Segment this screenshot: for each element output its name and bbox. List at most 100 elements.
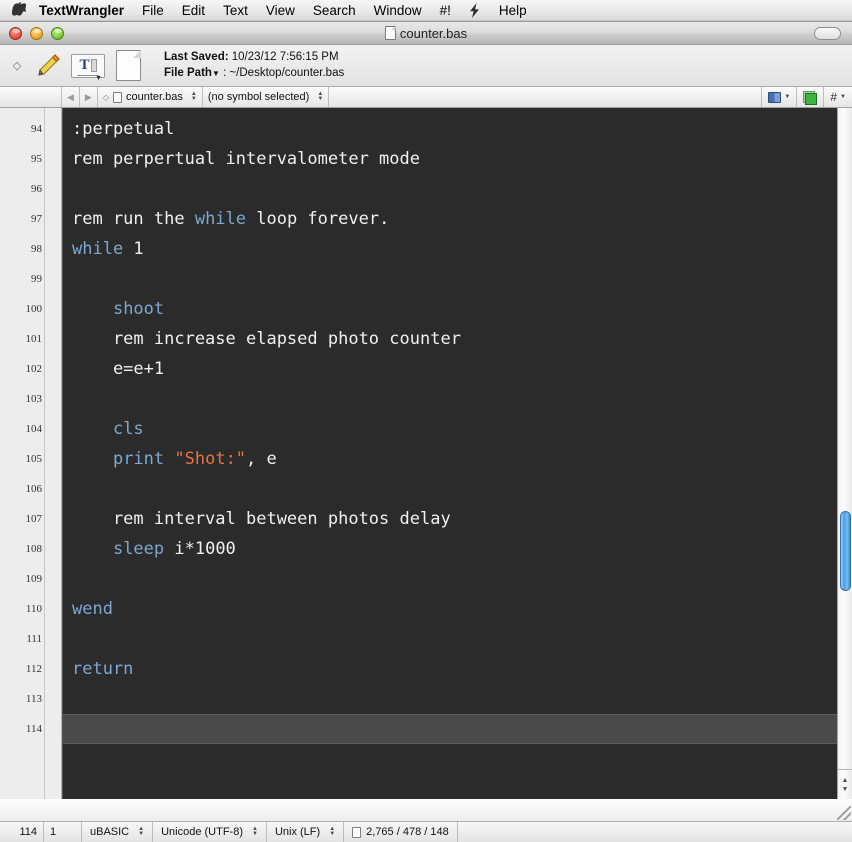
toolbar-toggle-button[interactable]	[814, 26, 841, 40]
chevron-down-icon: ▼	[840, 94, 846, 100]
page-icon[interactable]	[108, 47, 148, 85]
code-token-kw: cls	[112, 419, 144, 439]
document-navigation-bar: ◀ ▶ ◇ counter.bas ▲ ▼ (no symbol selected…	[0, 87, 852, 108]
code-line[interactable]: while 1	[63, 234, 852, 264]
code-line[interactable]: sleep i*1000	[63, 534, 852, 564]
code-line[interactable]: rem perpertual intervalometer mode	[63, 144, 852, 174]
zoom-button[interactable]	[51, 26, 64, 40]
menu-textwrangler[interactable]: TextWrangler	[35, 0, 133, 22]
code-line[interactable]	[63, 684, 852, 714]
window-controls	[0, 26, 64, 40]
diamond-icon[interactable]: ◇	[6, 59, 28, 72]
code-line[interactable]: rem increase elapsed photo counter	[63, 324, 852, 354]
menu-text[interactable]: Text	[214, 0, 257, 22]
code-line[interactable]	[63, 384, 852, 414]
vertical-scrollbar[interactable]: ▲ ▼	[837, 108, 852, 799]
close-button[interactable]	[9, 26, 22, 40]
document-toolbar: ◇ T ▼ Last Saved: 10/23/12 7:56:15 PM Fi…	[0, 45, 852, 87]
menu-shebang[interactable]: #!	[431, 0, 460, 22]
menu-file[interactable]: File	[133, 0, 173, 22]
line-number: 102	[25, 363, 43, 375]
code-token-txt: e=e+1	[72, 359, 165, 379]
line-number: 111	[26, 633, 42, 645]
line-number: 113	[25, 693, 42, 705]
stepper-icon: ▲ ▼	[329, 826, 336, 837]
minimize-button[interactable]	[30, 26, 43, 40]
line-number: 108	[25, 543, 43, 555]
line-number: 110	[25, 603, 42, 615]
scroll-up-arrow[interactable]: ▲	[842, 777, 849, 784]
book-button[interactable]: ▼	[761, 87, 796, 107]
code-line[interactable]: rem run the while loop forever.	[63, 204, 852, 234]
nav-forward-button[interactable]: ▶	[80, 87, 98, 107]
menu-edit[interactable]: Edit	[173, 0, 214, 22]
status-line-endings-label: Unix (LF)	[274, 826, 321, 838]
menu-search[interactable]: Search	[304, 0, 365, 22]
code-line[interactable]: print "Shot:", e	[63, 444, 852, 474]
code-line-current[interactable]	[63, 714, 852, 744]
status-filler	[458, 822, 852, 842]
code-line[interactable]	[63, 624, 852, 654]
code-token-txt: 1	[123, 239, 144, 259]
chevron-down-icon[interactable]: ▼	[212, 69, 220, 78]
scrollbar-track[interactable]	[838, 108, 852, 769]
scrollbar-thumb[interactable]	[839, 511, 851, 591]
editor-area: 94 95 96 97 98 99 100 101 102 103 104 105 106 107 108 1…	[0, 108, 852, 799]
code-line[interactable]: shoot	[63, 294, 852, 324]
window-split-button[interactable]	[796, 87, 823, 107]
stepper-icon: ▲ ▼	[317, 91, 324, 102]
code-token-txt: i*1000	[164, 539, 236, 559]
chevron-down-icon[interactable]: ▼	[95, 75, 102, 82]
line-number: 103	[25, 393, 43, 405]
window-title: counter.bas	[399, 25, 468, 41]
menu-help[interactable]: Help	[490, 0, 536, 22]
menu-view[interactable]: View	[257, 0, 304, 22]
file-path-value: ~/Desktop/counter.bas	[229, 67, 345, 79]
status-encoding-popup[interactable]: Unicode (UTF-8) ▲ ▼	[153, 822, 267, 842]
status-line-endings-popup[interactable]: Unix (LF) ▲ ▼	[267, 822, 345, 842]
pencil-icon[interactable]	[28, 47, 68, 85]
status-column-number: 1	[44, 822, 82, 842]
last-saved-label: Last Saved:	[164, 51, 229, 63]
status-language-popup[interactable]: uBASIC ▲ ▼	[82, 822, 154, 842]
text-options-icon[interactable]: T ▼	[68, 47, 108, 85]
status-language-label: uBASIC	[90, 826, 130, 838]
code-text-view[interactable]: :perpetual rem perpertual intervalometer …	[62, 108, 852, 799]
line-number: 105	[25, 453, 43, 465]
line-number: 109	[25, 573, 43, 585]
code-line[interactable]	[63, 564, 852, 594]
stepper-icon: ▲ ▼	[190, 91, 197, 102]
code-line[interactable]: e=e+1	[63, 354, 852, 384]
code-line[interactable]	[63, 264, 852, 294]
line-number: 107	[25, 513, 43, 525]
code-line[interactable]	[63, 174, 852, 204]
code-token-txt: loop forever.	[246, 209, 390, 229]
back-arrow-icon: ◀	[67, 91, 74, 102]
scroll-down-arrow[interactable]: ▼	[842, 786, 849, 793]
nav-back-button[interactable]: ◀	[62, 87, 80, 107]
apple-logo-icon[interactable]	[10, 1, 27, 21]
script-lightning-icon[interactable]	[460, 3, 490, 18]
file-popup-menu[interactable]: ◇ counter.bas ▲ ▼	[98, 87, 203, 107]
menu-window[interactable]: Window	[365, 0, 431, 22]
code-line[interactable]	[63, 474, 852, 504]
code-token-txt: rem perpertual intervalometer mode	[72, 149, 420, 169]
code-line[interactable]: :perpetual	[63, 114, 852, 144]
hash-button[interactable]: # ▼	[823, 87, 852, 107]
scrollbar-arrows[interactable]: ▲ ▼	[838, 769, 852, 799]
file-popup-label: counter.bas	[126, 91, 183, 103]
code-line[interactable]: return	[63, 654, 852, 684]
code-line[interactable]: wend	[63, 594, 852, 624]
window-titlebar[interactable]: counter.bas	[0, 22, 852, 45]
line-number: 104	[25, 423, 43, 435]
symbol-popup-menu[interactable]: (no symbol selected) ▲ ▼	[203, 87, 330, 107]
code-line[interactable]: cls	[63, 414, 852, 444]
document-icon	[113, 91, 122, 103]
resize-grip[interactable]	[837, 806, 851, 820]
file-path-label[interactable]: File Path	[164, 67, 212, 79]
code-line[interactable]: rem interval between photos delay	[63, 504, 852, 534]
